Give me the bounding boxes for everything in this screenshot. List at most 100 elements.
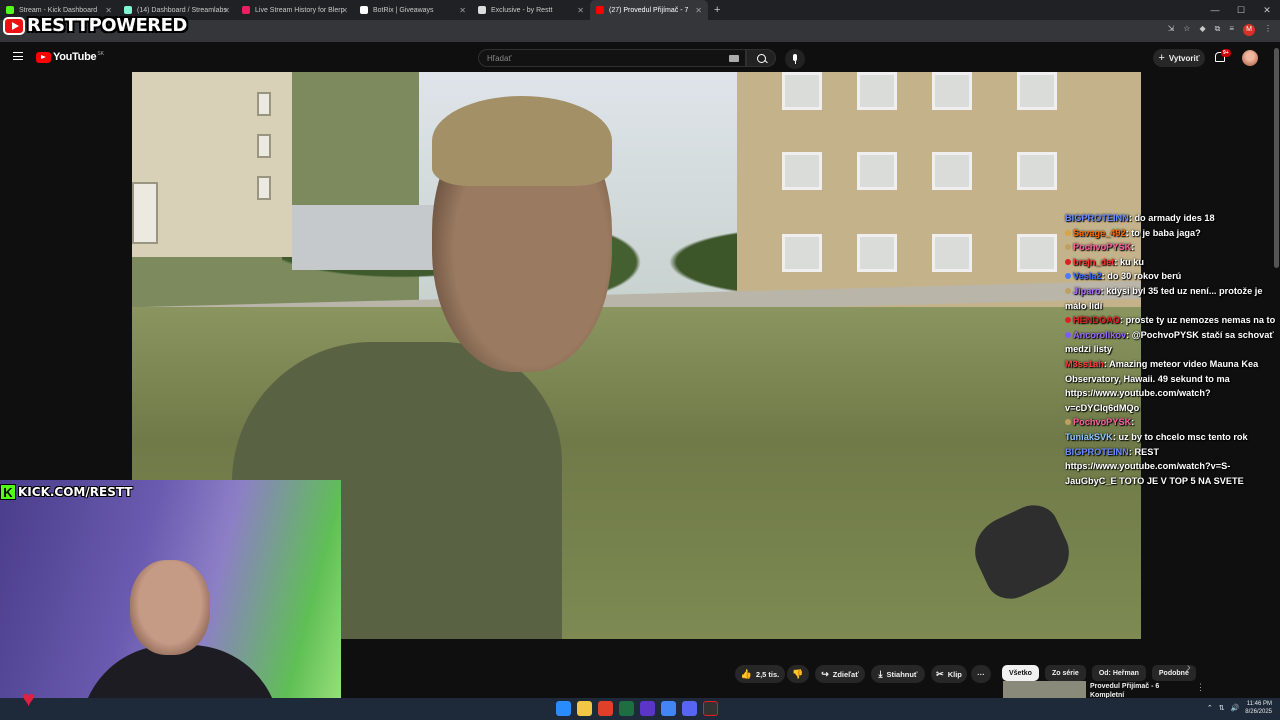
hamburger-menu-icon[interactable] — [13, 52, 23, 60]
browser-tab[interactable]: (27) Provedul Přijímač - 7 ✕ — [590, 0, 708, 20]
chrome-icon[interactable] — [661, 701, 676, 716]
tab-favicon-icon — [596, 6, 604, 14]
browser-tab[interactable]: Exclusive - by Restt ✕ — [472, 0, 590, 20]
chat-message: Vesla2: do 30 rokov berú — [1065, 269, 1277, 284]
filter-chip[interactable]: Od: Heřman — [1091, 665, 1146, 681]
search-input[interactable]: Hľadať — [478, 49, 746, 67]
puzzle-icon[interactable]: ⧉ — [1215, 24, 1221, 36]
chat-username: M3ss1ah — [1065, 358, 1104, 369]
network-icon[interactable]: ⇅ — [1219, 704, 1225, 712]
recommended-thumbnail[interactable] — [1003, 681, 1086, 698]
install-icon[interactable]: ⇲ — [1168, 24, 1175, 36]
chat-username: PochvoPYSK — [1073, 417, 1132, 428]
tab-close-icon[interactable]: ✕ — [695, 6, 702, 15]
star-icon[interactable]: ☆ — [1183, 24, 1190, 36]
discord-icon[interactable] — [682, 701, 697, 716]
chat-message: BIGPROTEINN: do armady ides 18 — [1065, 211, 1277, 226]
youtube-play-icon — [36, 51, 51, 63]
account-avatar[interactable] — [1242, 50, 1258, 66]
dislike-button[interactable]: 👎 — [787, 665, 809, 683]
chat-text: do armady ides 18 — [1134, 213, 1215, 223]
file-explorer-icon[interactable] — [577, 701, 592, 716]
like-button[interactable]: 👍 2,5 tis. — [735, 665, 785, 683]
menu-lines-icon[interactable]: ≡ — [1229, 24, 1234, 36]
tab-close-icon[interactable]: ✕ — [105, 6, 112, 15]
building-window — [857, 234, 897, 272]
taskbar-clock[interactable]: 11:46 PM 8/26/2025 — [1245, 700, 1272, 716]
tab-favicon-icon — [124, 6, 132, 14]
share-button[interactable]: ↪ Zdieľať — [815, 665, 865, 683]
chevron-right-icon[interactable]: › — [1187, 662, 1191, 674]
building-window — [857, 152, 897, 190]
chat-username: TuniakSVK — [1065, 431, 1113, 442]
tab-close-icon[interactable]: ✕ — [577, 6, 584, 15]
tab-label: Live Stream History for Blerp — [255, 6, 345, 14]
kick-logo-icon: K — [0, 484, 16, 500]
clip-button[interactable]: ✂ Klip — [931, 665, 967, 683]
browser-toolbar-icons: ⇲ ☆ ◆ ⧉ ≡ M ⋮ — [1168, 24, 1272, 36]
microphone-icon[interactable] — [785, 49, 805, 69]
brave-browser-icon[interactable] — [598, 701, 613, 716]
building-window — [1017, 234, 1057, 272]
browser-tab[interactable]: BotRix | Giveaways ✕ — [354, 0, 472, 20]
extension-icon[interactable]: ◆ — [1199, 24, 1205, 36]
building-window — [932, 152, 972, 190]
window-controls: — ☐ ✕ — [1202, 0, 1280, 20]
heart-icon: ♥ — [22, 686, 36, 711]
premiere-icon[interactable] — [640, 701, 655, 716]
search-button[interactable] — [746, 49, 776, 67]
excel-icon[interactable] — [619, 701, 634, 716]
tray-chevron-icon[interactable]: ⌃ — [1207, 704, 1213, 712]
browser-tab-bar: Stream - Kick Dashboard ✕ (14) Dashboard /… — [0, 0, 1280, 20]
chat-badge-icon — [1065, 317, 1071, 324]
building-window — [932, 234, 972, 272]
filter-chip[interactable]: Všetko — [1002, 665, 1039, 681]
webcam-overlay — [0, 480, 341, 720]
create-label: Vytvoriť — [1168, 53, 1200, 63]
new-tab-button[interactable]: + — [714, 4, 720, 16]
keyboard-icon[interactable] — [729, 55, 739, 62]
tab-close-icon[interactable]: ✕ — [223, 6, 230, 15]
close-window-button[interactable]: ✕ — [1254, 5, 1280, 16]
youtube-logo[interactable]: YouTube SK — [36, 51, 104, 63]
obs-icon[interactable] — [703, 701, 718, 716]
chat-message: Jiparo: kdysi byl 35 ted uz není... prot… — [1065, 284, 1277, 313]
chat-username: HENDOAO — [1073, 315, 1120, 326]
building-window — [782, 152, 822, 190]
kebab-menu-icon[interactable]: ⋮ — [1264, 24, 1272, 36]
play-logo-icon — [3, 16, 25, 35]
browser-tab[interactable]: Live Stream History for Blerp ✕ — [236, 0, 354, 20]
plus-icon: + — [1158, 52, 1165, 64]
recommendation-filter-chips: Všetko Zo série Od: Heřman Podobné — [1002, 665, 1196, 681]
download-button[interactable]: ⤓ Stiahnuť — [871, 665, 925, 683]
more-actions-button[interactable]: ··· — [971, 665, 991, 683]
tab-close-icon[interactable]: ✕ — [341, 6, 348, 15]
recommended-more-icon[interactable]: ⋮ — [1196, 682, 1205, 693]
filter-chip[interactable]: Zo série — [1044, 665, 1086, 681]
profile-avatar[interactable]: M — [1243, 24, 1255, 36]
notification-badge: 9+ — [1221, 49, 1231, 57]
minimize-button[interactable]: — — [1202, 5, 1228, 15]
building-door — [132, 182, 158, 244]
share-label: Zdieľať — [832, 669, 859, 679]
search-placeholder: Hľadať — [487, 54, 512, 63]
chat-username: PochvoPYSK — [1073, 242, 1132, 253]
tab-label: Stream - Kick Dashboard — [19, 6, 98, 14]
youtube-wordmark: YouTube — [53, 51, 97, 63]
video-person-hair — [432, 96, 612, 186]
windows-start-icon[interactable] — [556, 701, 571, 716]
building-window — [257, 92, 271, 116]
volume-icon[interactable]: 🔊 — [1231, 704, 1240, 712]
chat-username: BIGPROTEINN — [1065, 213, 1129, 223]
maximize-button[interactable]: ☐ — [1228, 5, 1254, 16]
chat-badge-icon — [1065, 244, 1071, 251]
tab-close-icon[interactable]: ✕ — [459, 6, 466, 15]
chat-text: proste ty uz nemozes nemas na to — [1125, 315, 1276, 326]
building-window — [932, 72, 972, 110]
chat-badge-icon — [1065, 419, 1071, 426]
chat-text: uz by to chcelo msc tento rok — [1118, 431, 1248, 442]
youtube-header: YouTube SK Hľadať + Vytvoriť 9+ — [0, 42, 1280, 72]
chat-badge-icon — [1065, 331, 1071, 338]
chat-username: Vesla2 — [1073, 271, 1102, 282]
create-button[interactable]: + Vytvoriť — [1153, 49, 1205, 67]
